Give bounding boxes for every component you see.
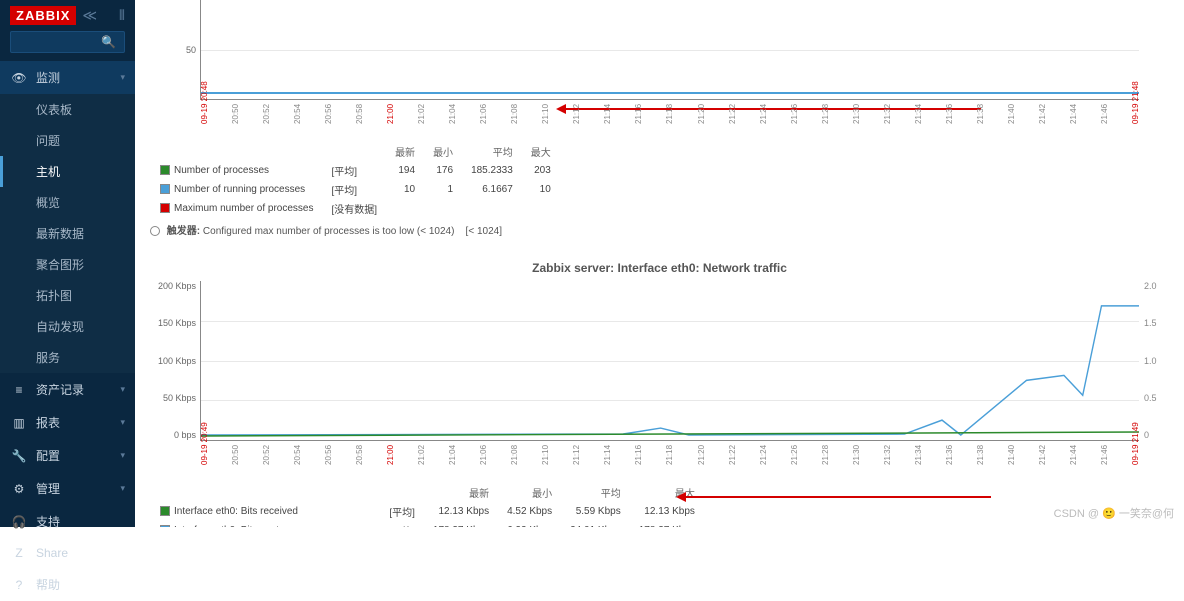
line-running (201, 92, 1139, 94)
nav-monitor[interactable]: 👁 监测 ▾ (0, 61, 135, 94)
nav-admin[interactable]: ⚙ 管理 ▾ (0, 472, 135, 505)
legend-row: Number of processes[平均]194176185.2333203 (152, 162, 559, 179)
sidebar-item-8[interactable]: 服务 (0, 342, 135, 373)
main-content: 50 09-19 20:4820:5020:5220:5420:5620:582… (135, 0, 1184, 527)
eye-icon: 👁 (10, 71, 28, 85)
nav-config[interactable]: 🔧 配置 ▾ (0, 439, 135, 472)
search-icon[interactable]: 🔍 (93, 32, 124, 52)
sidebar-item-1[interactable]: 问题 (0, 125, 135, 156)
chart2-svg (201, 281, 1139, 440)
sidebar-item-7[interactable]: 自动发现 (0, 311, 135, 342)
search-box: 🔍 (10, 31, 125, 53)
wrench-icon: 🔧 (10, 449, 28, 463)
menu-toggle-icon[interactable]: ⦀ (119, 7, 125, 24)
sidebar: ZABBIX ≪ ⦀ 🔍 👁 监测 ▾ 仪表板问题主机概览最新数据聚合图形拓扑图… (0, 0, 135, 527)
chart2-title: Zabbix server: Interface eth0: Network t… (150, 255, 1169, 281)
chevron-icon: ▾ (120, 384, 125, 395)
nav-support[interactable]: 🎧 支持 (0, 505, 135, 538)
red-arrow (681, 496, 991, 498)
watermark: CSDN @ 🙂 一笑奈@何 (1054, 505, 1174, 521)
headset-icon: 🎧 (10, 515, 28, 529)
legend-row: Number of running processes[平均]1016.1667… (152, 181, 559, 198)
legend-row: Maximum number of processes[没有数据] (152, 200, 559, 217)
help-icon: ? (10, 578, 28, 592)
nav-monitor-label: 监测 (36, 69, 60, 86)
share-icon: Z (10, 546, 28, 560)
sidebar-item-2[interactable]: 主机 (0, 156, 135, 187)
chart1-legend: 最新最小平均最大Number of processes[平均]194176185… (150, 141, 561, 219)
list-icon: ≡ (10, 383, 28, 397)
chevron-down-icon: ▾ (120, 72, 125, 83)
nav-reports[interactable]: ▥ 报表 ▾ (0, 406, 135, 439)
chevron-icon: ▾ (120, 417, 125, 428)
logo: ZABBIX (10, 6, 76, 25)
chart2-legend: 最新最小平均最大Interface eth0: Bits received[平均… (150, 482, 705, 527)
gear-icon: ⚙ (10, 482, 28, 496)
nav-share[interactable]: Z Share (0, 538, 135, 568)
sidebar-item-0[interactable]: 仪表板 (0, 94, 135, 125)
sidebar-item-4[interactable]: 最新数据 (0, 218, 135, 249)
sidebar-item-5[interactable]: 聚合图形 (0, 249, 135, 280)
legend-row: Interface eth0: Bits received[平均]12.13 K… (152, 503, 703, 520)
sidebar-item-3[interactable]: 概览 (0, 187, 135, 218)
chart-icon: ▥ (10, 416, 28, 430)
search-input[interactable] (11, 32, 93, 52)
nav-help[interactable]: ? 帮助 (0, 568, 135, 601)
legend-row: Interface eth0: Bits sent[平均]178.37 Kbps… (152, 522, 703, 527)
chart-processes: 50 09-19 20:4820:5020:5220:5420:5620:582… (150, 0, 1169, 240)
chevron-icon: ▾ (120, 450, 125, 461)
chart2-plot[interactable]: 200 Kbps150 Kbps100 Kbps50 Kbps0 bps 2.0… (200, 281, 1139, 441)
chart1-plot[interactable]: 50 (200, 0, 1139, 100)
trigger-swatch (150, 226, 160, 236)
sidebar-item-6[interactable]: 拓扑图 (0, 280, 135, 311)
collapse-icon[interactable]: ≪ (82, 7, 97, 24)
chevron-icon: ▾ (120, 483, 125, 494)
chart-network-eth0: Zabbix server: Interface eth0: Network t… (150, 255, 1169, 527)
nav-inventory[interactable]: ≡ 资产记录 ▾ (0, 373, 135, 406)
trigger-row: 触发器: Configured max number of processes … (150, 219, 1169, 240)
